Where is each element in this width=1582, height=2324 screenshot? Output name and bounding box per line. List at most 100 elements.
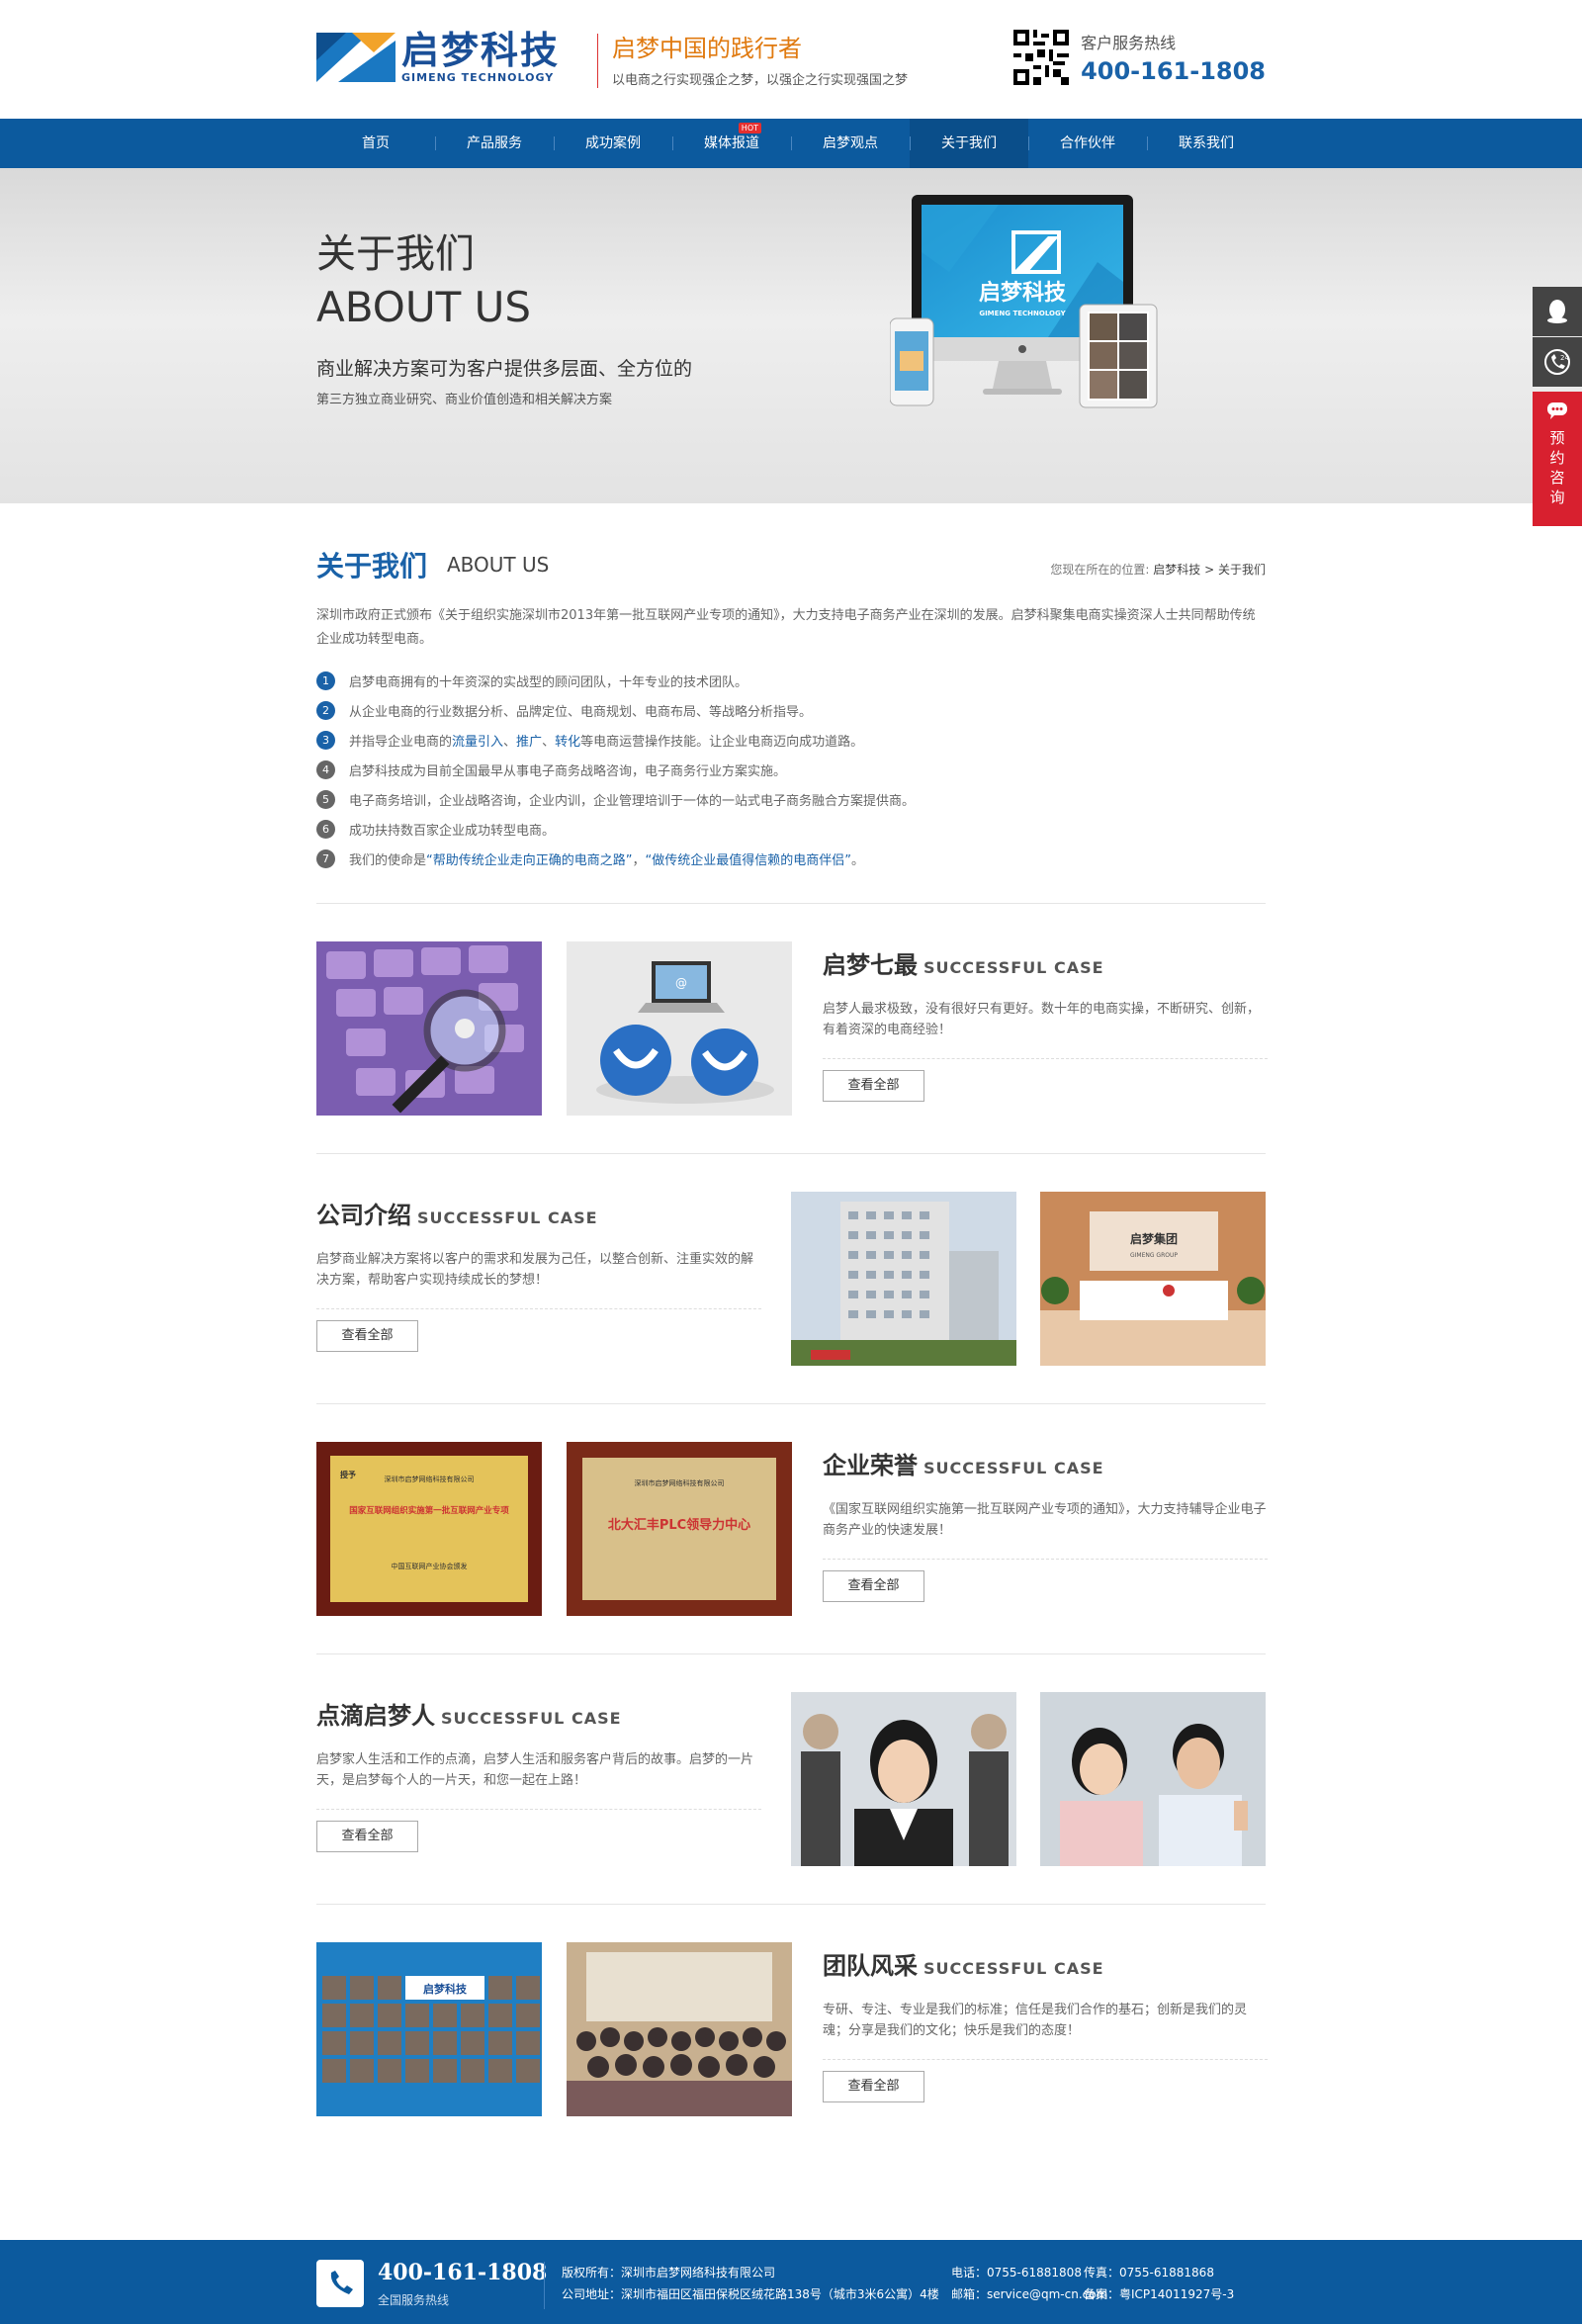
point-text-part: 并指导企业电商的 — [349, 734, 453, 750]
footer-address: 公司地址：深圳市福田区福田保税区绒花路138号（城市3米6公寓）4楼 — [562, 2287, 939, 2301]
case-description: 启梦商业解决方案将以客户的需求和发展为己任，以整合创新、注重实效的解决方案，帮助… — [316, 1249, 761, 1309]
case-description: 启梦人最求极致，没有很好只有更好。数十年的电商实操，不断研究、创新，有着资深的电… — [823, 999, 1268, 1059]
team-wall-image[interactable]: 启梦科技 — [316, 1942, 542, 2116]
hour-badge: 24 — [1560, 354, 1569, 362]
about-title-en: ABOUT US — [447, 553, 550, 577]
plaque-org-text: 深圳市启梦网络科技有限公司 — [385, 1475, 475, 1483]
point-number: 1 — [316, 670, 335, 690]
point-text-part: 。 — [851, 852, 865, 868]
nav-item-home[interactable]: 首页 — [316, 119, 435, 168]
case-title-en: SUCCESSFUL CASE — [923, 1459, 1104, 1477]
nav-item-products[interactable]: 产品服务 — [435, 119, 554, 168]
breadcrumb-current: 关于我们 — [1217, 563, 1266, 577]
highlight-text: “做传统企业最值得信赖的电商伴侣” — [645, 852, 851, 868]
point-number: 3 — [316, 730, 335, 750]
footer-icp[interactable]: 备案：粤ICP14011927号-3 — [1084, 2285, 1234, 2302]
case-title: 团队风采 SUCCESSFUL CASE — [823, 1946, 1104, 1981]
hotline-number: 400-161-1808 — [1081, 57, 1266, 85]
point-text: 电子商务培训，企业战略咨询，企业内训，企业管理培训于一体的一站式电子商务融合方案… — [349, 793, 916, 809]
view-all-button[interactable]: 查看全部 — [823, 2071, 924, 2102]
point-text-part: ， — [632, 852, 646, 868]
highlight-text: “帮助传统企业走向正确的电商之路” — [426, 852, 633, 868]
case-description: 启梦家人生活和工作的点滴，启梦人生活和服务客户背后的故事。启梦的一片天，是启梦每… — [316, 1749, 761, 1810]
staff-photo-image[interactable] — [791, 1692, 1016, 1866]
qr-code-icon — [1013, 30, 1070, 85]
case-title-en: SUCCESSFUL CASE — [417, 1208, 598, 1227]
team-thumbsup-image[interactable] — [1040, 1692, 1266, 1866]
case-title-en: SUCCESSFUL CASE — [923, 958, 1104, 977]
svg-text:@: @ — [675, 976, 687, 990]
point-text: 启梦电商拥有的十年资深的实战型的顾问团队，十年专业的技术团队。 — [349, 674, 748, 690]
point-text: 启梦科技成为目前全国最早从事电子商务战略咨询，电子商务行业方案实施。 — [349, 763, 787, 779]
case-title-en: SUCCESSFUL CASE — [923, 1959, 1104, 1978]
highlight-text: 流量引入 — [452, 734, 504, 750]
nav-item-partners[interactable]: 合作伙伴 — [1028, 119, 1147, 168]
case-description: 《国家互联网组织实施第一批互联网产业专项的通知》，大力支持辅导企业电子商务产业的… — [823, 1499, 1268, 1560]
point-text-part: 等电商运营操作技能。让企业电商迈向成功道路。 — [580, 734, 864, 750]
point-number: 5 — [316, 789, 335, 809]
nav-item-views[interactable]: 启梦观点 — [791, 119, 910, 168]
reception-logo: 启梦集团 — [1130, 1231, 1178, 1246]
honor-plaque-image[interactable]: 授予 深圳市启梦网络科技有限公司 国家互联网组织实施第一批互联网产业专项 中国互联网产… — [316, 1442, 542, 1616]
view-all-button[interactable]: 查看全部 — [823, 1570, 924, 1602]
slogan: 启梦中国的践行者 以电商之行实现强企之梦，以强企之行实现强国之梦 — [597, 34, 908, 88]
footer-hotline-label: 全国服务热线 — [378, 2293, 450, 2307]
site-header: 启梦科技 GIMENG TECHNOLOGY 启梦中国的践行者 以电商之行实现强… — [0, 0, 1582, 119]
slogan-subtitle: 以电商之行实现强企之梦，以强企之行实现强国之梦 — [612, 73, 909, 88]
chat-icon — [1547, 402, 1567, 419]
case-block: 公司介绍 SUCCESSFUL CASE 启梦商业解决方案将以客户的需求和发展为己… — [316, 1154, 1266, 1404]
building-image[interactable] — [791, 1192, 1016, 1366]
nav-item-media[interactable]: 媒体报道 HOT — [672, 119, 791, 168]
case-block: 授予 深圳市启梦网络科技有限公司 国家互联网组织实施第一批互联网产业专项 中国互联网产… — [316, 1404, 1268, 1654]
about-intro: 深圳市政府正式颁布《关于组织实施深圳市2013年第一批互联网产业专项的通知》，大… — [316, 608, 1256, 647]
group-photo-image[interactable] — [567, 1942, 792, 2116]
case-title: 启梦七最 SUCCESSFUL CASE — [823, 945, 1104, 980]
case-block: 点滴启梦人 SUCCESSFUL CASE 启梦家人生活和工作的点滴，启梦人生活和… — [316, 1654, 1266, 1905]
banner-title: 关于我们 — [316, 231, 475, 277]
logo-mark-icon — [316, 32, 396, 82]
case-title: 企业荣誉 SUCCESSFUL CASE — [823, 1446, 1104, 1480]
main-nav: 首页 产品服务 成功案例 媒体报道 HOT 启梦观点 关于我们 合作伙伴 联系我们 — [0, 119, 1582, 168]
phone-24h-button[interactable]: 24 — [1533, 337, 1582, 387]
hotline-label: 客户服务热线 — [1081, 34, 1177, 52]
nav-item-media-label: 媒体报道 — [704, 135, 759, 151]
point-text-part: 、 — [503, 734, 517, 750]
reception-image[interactable]: 启梦集团 GIMENG GROUP — [1040, 1192, 1266, 1366]
phone-24-icon: 24 — [1544, 349, 1570, 375]
breadcrumb-home[interactable]: 启梦科技 — [1153, 563, 1200, 577]
site-footer: 400-161-1808 全国服务热线 版权所有：深圳市启梦网络科技有限公司 公… — [0, 2240, 1582, 2324]
point-text: 我们的使命是“帮助传统企业走向正确的电商之路”，“做传统企业最值得信赖的电商伴侣… — [349, 849, 864, 868]
nav-item-cases[interactable]: 成功案例 — [554, 119, 672, 168]
nav-item-about[interactable]: 关于我们 — [910, 119, 1028, 168]
hotline: 客户服务热线 400-161-1808 — [1013, 30, 1266, 85]
logo[interactable]: 启梦科技 GIMENG TECHNOLOGY — [316, 30, 560, 84]
point-number: 7 — [316, 849, 335, 868]
plaque-org-text: 深圳市启梦网络科技有限公司 — [635, 1478, 725, 1487]
laptop-globe-image[interactable]: @ — [567, 941, 792, 1116]
floating-toolbar: 24 预约咨询 — [1533, 287, 1582, 526]
breadcrumb-sep: > — [1204, 563, 1215, 577]
honor-plaque-2-image[interactable]: 深圳市启梦网络科技有限公司 北大汇丰PLC领导力中心 — [567, 1442, 792, 1616]
banner-title-en: ABOUT US — [316, 283, 532, 331]
plaque-issuer-text: 中国互联网产业协会颁发 — [392, 1562, 468, 1570]
point-text: 成功扶持数百家企业成功转型电商。 — [349, 823, 556, 839]
keyboard-image[interactable] — [316, 941, 542, 1116]
about-points: 1 启梦电商拥有的十年资深的实战型的顾问团队，十年专业的技术团队。 2 从企业电商的… — [316, 666, 1266, 873]
qq-button[interactable] — [1533, 287, 1582, 336]
banner-subtitle: 商业解决方案可为客户提供多层面、全方位的 — [316, 358, 693, 380]
about-section: 关于我们 ABOUT US 您现在所在的位置: 启梦科技 > 关于我们 深圳市政… — [316, 537, 1268, 2155]
list-item: 5 电子商务培训，企业战略咨询，企业内训，企业管理培训于一体的一站式电子商务融合方… — [316, 784, 1266, 814]
consult-button[interactable]: 预约咨询 — [1533, 392, 1582, 526]
case-block: @ 启梦七最 SUCCESSFUL CASE 启梦人最求极致，没有很好只有更好。数… — [316, 904, 1268, 1154]
logo-text: 启梦科技 — [401, 29, 561, 72]
view-all-button[interactable]: 查看全部 — [316, 1320, 418, 1352]
case-title-text: 企业荣誉 — [823, 1452, 918, 1479]
view-all-button[interactable]: 查看全部 — [316, 1821, 418, 1852]
reception-logo-en: GIMENG GROUP — [1130, 1252, 1178, 1259]
screen-brand-en: GIMENG TECHNOLOGY — [979, 310, 1066, 317]
view-all-button[interactable]: 查看全部 — [823, 1070, 924, 1102]
case-block: 启梦科技 团队风采 SUCCESSFUL CASE 专研、专注、专业是我们的标准；… — [316, 1905, 1268, 2155]
nav-item-contact[interactable]: 联系我们 — [1147, 119, 1266, 168]
point-text-part: 我们的使命是 — [349, 852, 427, 868]
banner: 关于我们 ABOUT US 商业解决方案可为客户提供多层面、全方位的 第三方独立… — [0, 168, 1582, 526]
